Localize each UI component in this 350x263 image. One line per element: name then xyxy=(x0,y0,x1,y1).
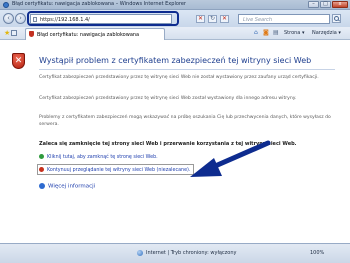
ie-logo-icon xyxy=(3,2,9,8)
red-shield-icon xyxy=(39,167,44,172)
tools-menu[interactable]: Narzędzia ▾ xyxy=(312,30,341,36)
continue-link-label: Kontynuuj przeglądanie tej witryny sieci… xyxy=(47,168,191,173)
expand-chevron-icon xyxy=(39,183,45,189)
address-controls: ✕ ↻ ✕ xyxy=(196,15,229,23)
tab-bar: ★ Błąd certyfikatu: nawigacja zablokowan… xyxy=(0,27,350,40)
feeds-icon[interactable]: ◙ xyxy=(263,29,269,36)
continue-to-website-link[interactable]: Kontynuuj przeglądanie tej witryny sieci… xyxy=(39,167,190,173)
tab-certificate-error[interactable]: Błąd certyfikatu: nawigacja zablokowana xyxy=(25,28,165,40)
close-page-link[interactable]: Kliknij tutaj, aby zamknąć tę stronę sie… xyxy=(39,154,158,160)
error-description-1: Certyfikat zabezpieczeń przedstawiony pr… xyxy=(39,75,319,80)
status-bar: Internet | Tryb chroniony: wyłączony 100… xyxy=(0,243,350,263)
refresh-button[interactable]: ↻ xyxy=(208,15,217,23)
green-shield-icon xyxy=(39,154,44,159)
advice-text: Zaleca się zamknięcie tej strony sieci W… xyxy=(39,141,297,147)
tab-label: Błąd certyfikatu: nawigacja zablokowana xyxy=(37,31,140,38)
title-bar: Błąd certyfikatu: nawigacja zablokowana … xyxy=(0,0,350,10)
zoom-level[interactable]: 100% xyxy=(310,250,324,256)
print-icon[interactable]: ▤ xyxy=(273,29,279,36)
page-menu[interactable]: Strona ▾ xyxy=(284,30,304,36)
address-highlight-annotation xyxy=(27,11,179,26)
error-page: ✕ Wystąpił problem z certyfikatem zabezp… xyxy=(0,41,350,243)
search-icon[interactable] xyxy=(332,14,341,23)
divider xyxy=(39,69,335,70)
home-icon[interactable]: ⌂ xyxy=(254,29,258,36)
search-placeholder: Live Search xyxy=(243,16,273,23)
security-zone-status: Internet | Tryb chroniony: wyłączony xyxy=(146,250,237,256)
window-title: Błąd certyfikatu: nawigacja zablokowana … xyxy=(12,1,186,7)
error-description-3: Problemy z certyfikatem zabezpieczeń mog… xyxy=(39,115,331,127)
shield-error-icon: ✕ xyxy=(12,53,25,69)
maximize-button[interactable]: □ xyxy=(320,1,331,8)
add-favorites-icon[interactable] xyxy=(11,30,17,36)
forward-button[interactable]: › xyxy=(15,13,26,24)
page-title: Wystąpił problem z certyfikatem zabezpie… xyxy=(39,56,312,65)
back-button[interactable]: ‹ xyxy=(3,13,14,24)
search-input[interactable]: Live Search xyxy=(238,14,330,24)
more-information-label: Więcej informacji xyxy=(48,183,96,190)
minimize-button[interactable]: – xyxy=(308,1,319,8)
error-description-2: Certyfikat zabezpieczeń przedstawiony pr… xyxy=(39,96,297,101)
globe-icon xyxy=(137,250,143,256)
close-page-link-label: Kliknij tutaj, aby zamknąć tę stronę sie… xyxy=(47,155,158,160)
stop-button[interactable]: ✕ xyxy=(220,15,229,23)
certificate-error-icon[interactable]: ✕ xyxy=(196,15,205,23)
close-button[interactable]: x xyxy=(332,1,348,8)
more-information-link[interactable]: Więcej informacji xyxy=(39,183,95,190)
window-controls: – □ x xyxy=(308,1,348,8)
shield-error-icon xyxy=(29,31,34,37)
favorites-star-icon[interactable]: ★ xyxy=(4,30,10,37)
